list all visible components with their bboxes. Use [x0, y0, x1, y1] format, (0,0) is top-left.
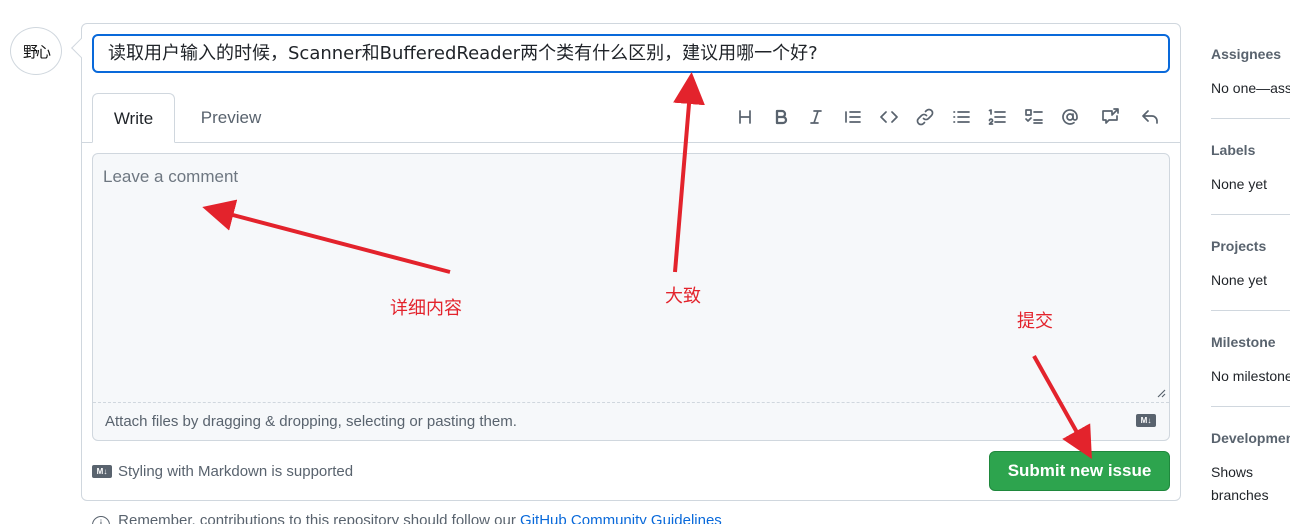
markdown-note-icon: M↓: [92, 465, 112, 478]
cross-reference-icon[interactable]: [1097, 104, 1123, 130]
sidebar-projects[interactable]: Projects None yet: [1211, 238, 1290, 292]
avatar-text: 野心: [22, 42, 51, 61]
link-icon[interactable]: [912, 104, 938, 130]
quote-icon[interactable]: [839, 104, 865, 130]
sidebar-heading: Projects: [1211, 238, 1267, 254]
mention-icon[interactable]: [1057, 104, 1083, 130]
sidebar-milestone[interactable]: Milestone No milestone: [1211, 334, 1290, 388]
numbered-list-icon[interactable]: [984, 104, 1010, 130]
heading-icon[interactable]: [732, 104, 758, 130]
comment-textarea[interactable]: [92, 153, 1170, 441]
sidebar-value[interactable]: No one—assign yourself: [1211, 77, 1290, 100]
sidebar-divider: [1211, 118, 1290, 119]
tab-preview[interactable]: Preview: [190, 93, 272, 143]
sidebar-divider: [1211, 406, 1290, 407]
sidebar-divider: [1211, 214, 1290, 215]
bold-icon[interactable]: [768, 104, 794, 130]
sidebar-labels[interactable]: Labels None yet: [1211, 142, 1290, 196]
sidebar-heading: Development: [1211, 430, 1290, 446]
attach-files-hint[interactable]: Attach files by dragging & dropping, sel…: [105, 413, 517, 430]
sidebar-divider: [1211, 310, 1290, 311]
task-list-icon[interactable]: [1021, 104, 1047, 130]
bulleted-list-icon[interactable]: [948, 104, 974, 130]
sidebar-heading: Assignees: [1211, 46, 1282, 62]
contribution-guidelines-note: i Remember, contributions to this reposi…: [92, 512, 722, 524]
sidebar-heading: Milestone: [1211, 334, 1276, 350]
sidebar-value: No milestone: [1211, 368, 1290, 384]
footer-note-text: Remember, contributions to this reposito…: [118, 512, 516, 524]
reply-icon[interactable]: [1137, 104, 1163, 130]
sidebar-value: None yet: [1211, 176, 1268, 192]
annotation-submit: 提交: [1017, 311, 1053, 332]
avatar[interactable]: 野心: [10, 27, 62, 75]
submit-new-issue-button[interactable]: Submit new issue: [989, 451, 1170, 491]
annotation-summary: 大致: [665, 286, 701, 307]
resize-grip-icon[interactable]: [1156, 388, 1166, 398]
markdown-icon[interactable]: M↓: [1136, 414, 1156, 427]
sidebar-heading: Labels: [1211, 142, 1256, 158]
comment-placeholder: Leave a comment: [103, 167, 239, 186]
italic-icon[interactable]: [803, 104, 829, 130]
annotation-detail: 详细内容: [390, 298, 462, 319]
sidebar-value: None yet: [1211, 272, 1268, 288]
sidebar-development[interactable]: Development Shows branches and pull requ…: [1211, 430, 1290, 511]
sidebar-assignees[interactable]: Assignees No one—assign yourself: [1211, 46, 1290, 100]
info-icon: i: [92, 516, 110, 524]
code-icon[interactable]: [876, 104, 902, 130]
attach-separator: [93, 402, 1169, 403]
issue-title-input[interactable]: 读取用户输入的时候，Scanner和BufferedReader两个类有什么区别…: [92, 34, 1170, 73]
tab-write[interactable]: Write: [92, 93, 175, 143]
community-guidelines-link[interactable]: GitHub Community Guidelines: [520, 512, 722, 524]
markdown-support-link[interactable]: Styling with Markdown is supported: [118, 463, 353, 480]
sidebar-value: Shows branches and pull requests linked …: [1211, 464, 1269, 511]
